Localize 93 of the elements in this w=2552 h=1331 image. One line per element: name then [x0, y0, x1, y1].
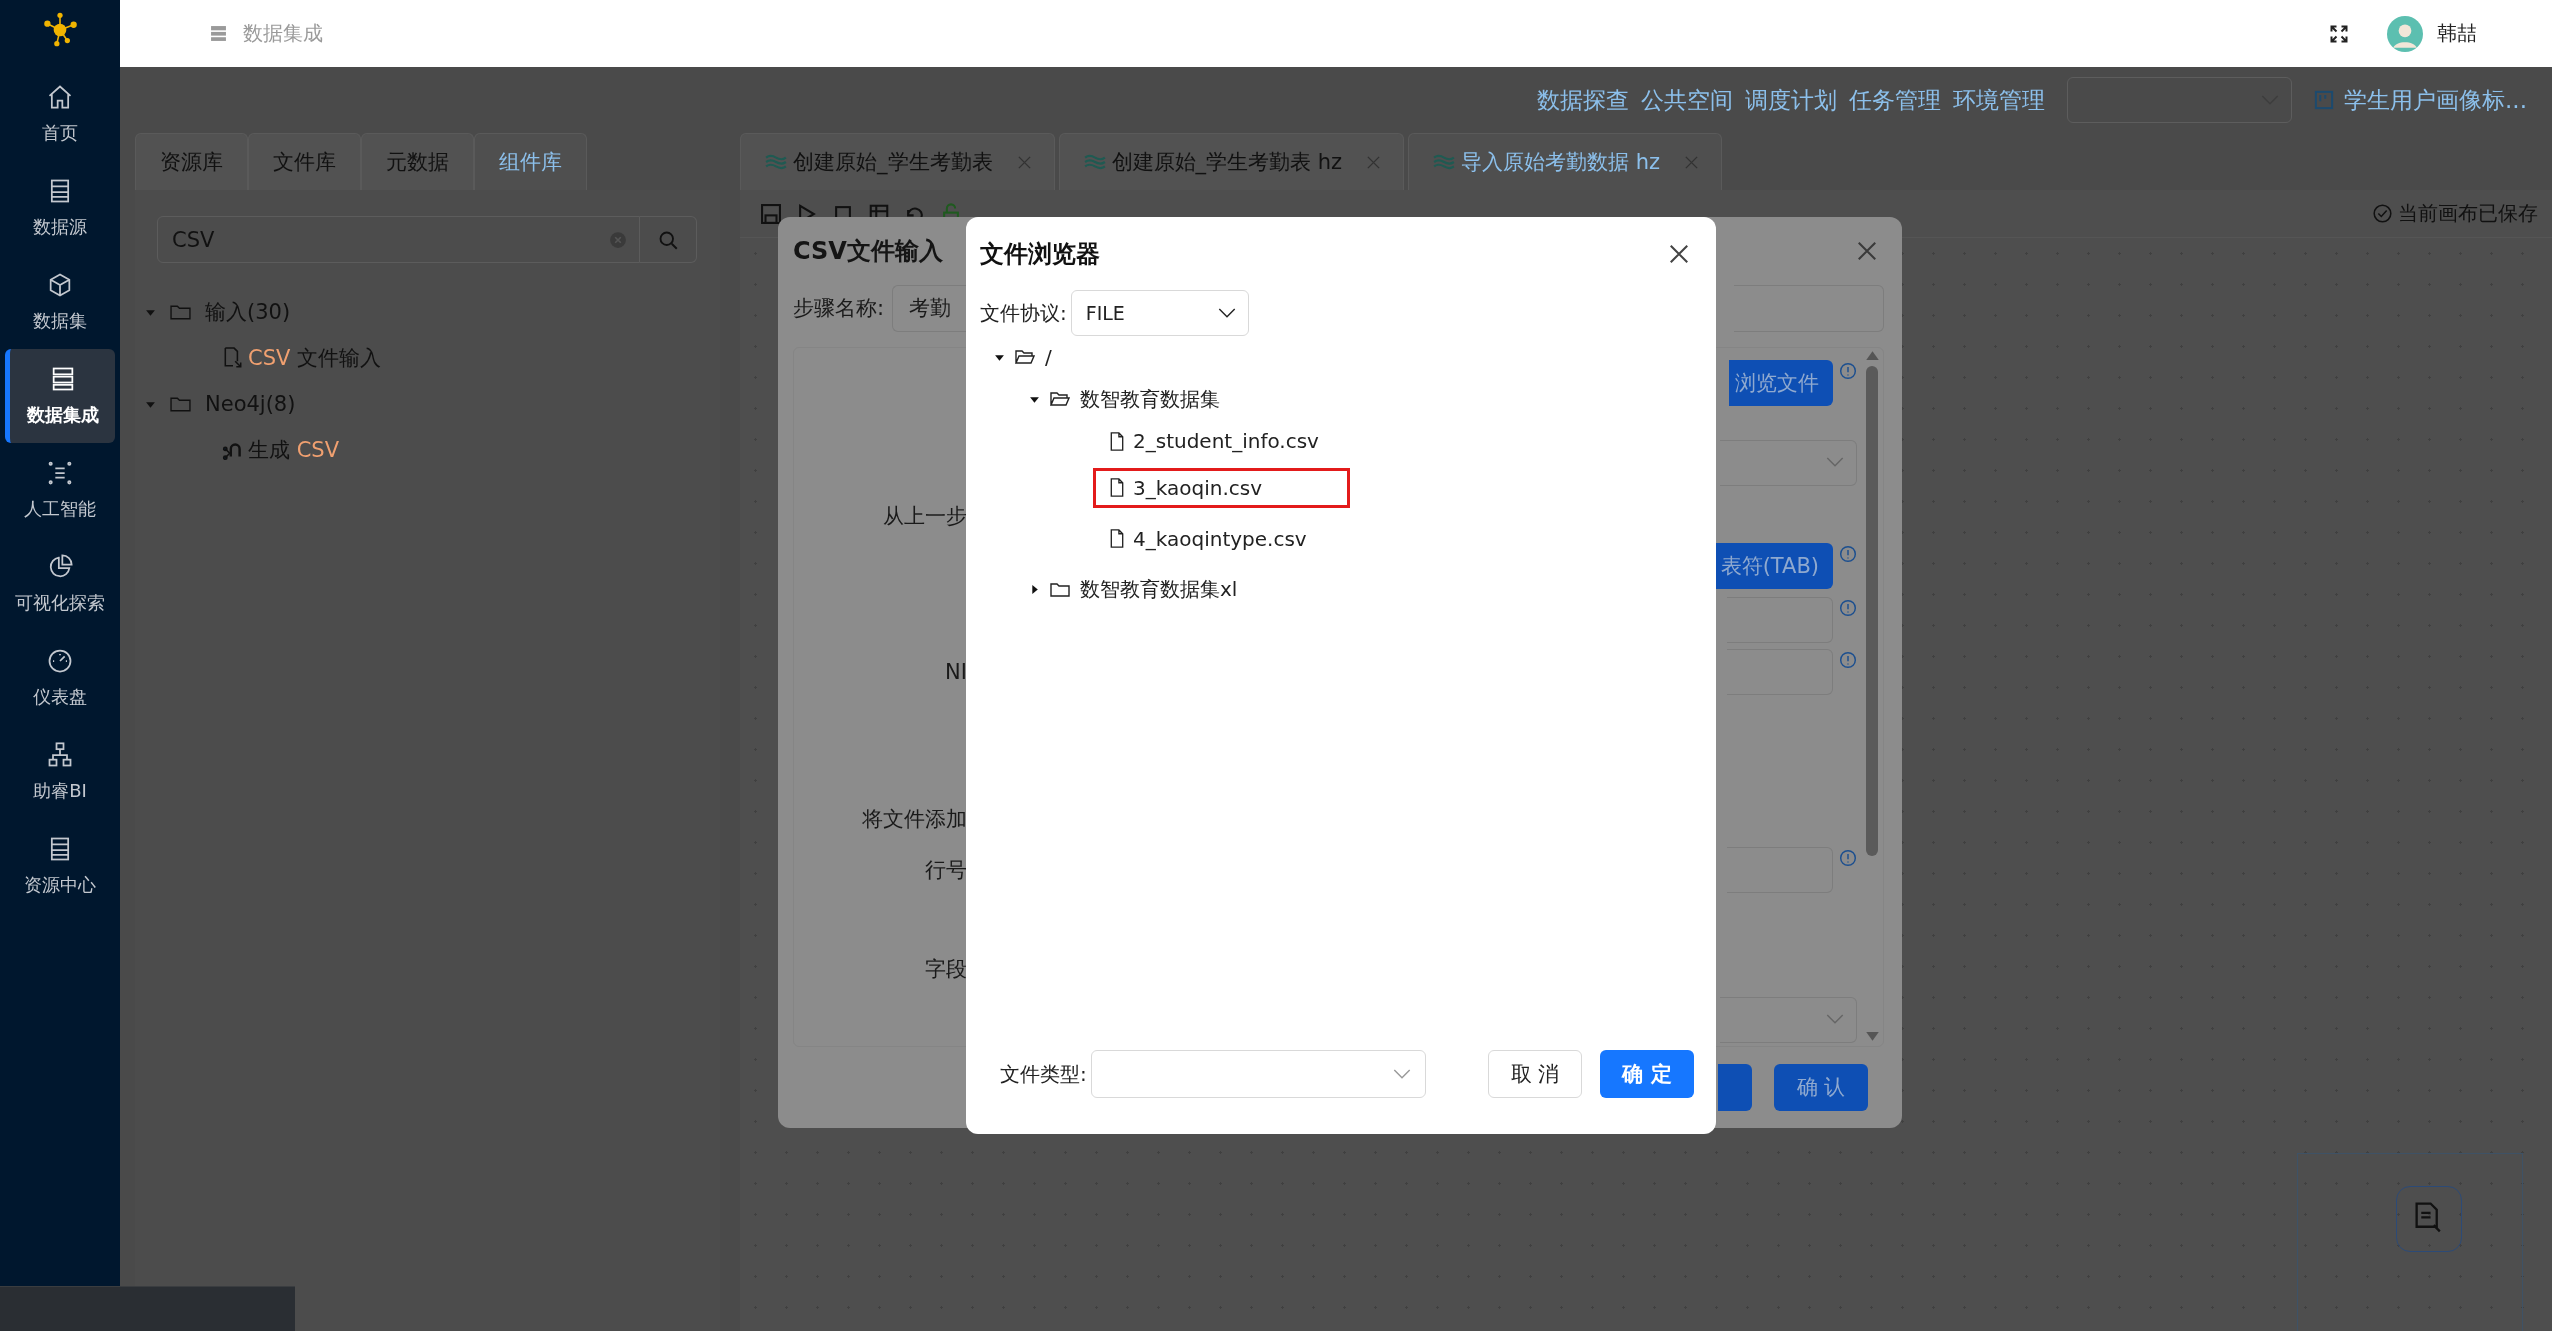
field-label: 从上一步	[883, 503, 967, 528]
sidebar-item[interactable]: 数据源	[5, 161, 115, 255]
select-field[interactable]	[1720, 439, 1857, 486]
action-button[interactable]: 表符(TAB)	[1714, 542, 1833, 589]
field-label: 将文件添加	[862, 806, 967, 831]
ok-button[interactable]: 确 定	[1600, 1050, 1694, 1098]
folder-name[interactable]: 数智教育数据集	[1080, 385, 1220, 413]
preview-button[interactable]	[1718, 1063, 1752, 1111]
fullscreen-icon[interactable]	[2329, 23, 2349, 44]
info-icon	[1839, 544, 1857, 563]
select-field[interactable]	[1720, 996, 1857, 1043]
sidebar-item[interactable]: 数据集成	[5, 349, 115, 443]
nav-link[interactable]: 公共空间	[1641, 84, 1734, 116]
sidebar-item[interactable]: 首页	[5, 67, 115, 161]
check-circle-icon	[2373, 204, 2392, 223]
field-label: 行号	[925, 857, 967, 882]
sidebar-item[interactable]: 人工智能	[5, 443, 115, 537]
editor-tab[interactable]: 导入原始考勤数据 hz	[1408, 133, 1723, 190]
sidebar-item[interactable]: 助睿BI	[5, 725, 115, 819]
nav-link[interactable]: 数据探查	[1537, 84, 1630, 116]
panel-tab[interactable]: 资源库	[135, 133, 248, 190]
nav-link[interactable]: 调度计划	[1745, 84, 1838, 116]
nav-link[interactable]: 任务管理	[1849, 84, 1942, 116]
folder-icon	[1050, 580, 1070, 599]
chevron-down-icon	[1392, 1068, 1411, 1080]
file-icon	[1109, 529, 1125, 548]
sidebar-item[interactable]: 资源中心	[5, 819, 115, 913]
gauge-icon	[46, 647, 74, 675]
confirm-button[interactable]: 确 认	[1774, 1063, 1868, 1111]
folder-icon	[170, 395, 191, 413]
field-label: 字段	[925, 956, 967, 981]
scan-icon	[46, 459, 74, 487]
field-label: 文件类型:	[1000, 1060, 1087, 1088]
chevron-down-icon	[1217, 307, 1236, 319]
user-name[interactable]: 韩喆	[2437, 20, 2477, 47]
folder-name[interactable]: /	[1045, 345, 1052, 369]
project-link[interactable]: 学生用户画像标...	[2314, 84, 2527, 116]
component-item[interactable]: 生成 CSV	[248, 436, 340, 464]
sidebar-item[interactable]: 可视化探索	[5, 537, 115, 631]
scrollbar[interactable]	[1865, 349, 1879, 1042]
field-label: 文件协议:	[980, 299, 1067, 327]
protocol-select[interactable]: FILE	[1070, 290, 1249, 336]
dialog-title: 文件浏览器	[980, 238, 1100, 270]
wave-icon	[765, 154, 787, 170]
wave-icon	[1083, 154, 1106, 170]
home-icon	[46, 83, 74, 111]
clear-icon[interactable]	[609, 230, 627, 249]
info-icon	[1839, 848, 1857, 867]
file-type-select[interactable]	[1090, 1050, 1426, 1098]
folder-name[interactable]: 数智教育数据集xl	[1080, 576, 1238, 603]
wave-icon	[1433, 154, 1455, 170]
board-icon	[2314, 90, 2335, 110]
sidebar-item[interactable]: 仪表盘	[5, 631, 115, 725]
editor-tab[interactable]: 创建原始_学生考勤表	[740, 133, 1055, 190]
info-icon	[1839, 361, 1857, 380]
folder-icon	[170, 303, 191, 321]
cancel-button[interactable]: 取 消	[1488, 1050, 1582, 1098]
file-item[interactable]: 4_kaoqintype.csv	[1093, 518, 1350, 559]
nav-link[interactable]: 环境管理	[1953, 84, 2046, 116]
file-icon	[1109, 431, 1125, 451]
action-button[interactable]: 浏览文件	[1729, 359, 1833, 406]
save-status: 当前画布已保存	[2373, 200, 2538, 227]
save-icon[interactable]	[760, 202, 782, 225]
search-button[interactable]	[640, 216, 697, 263]
page-title: 数据集成	[243, 20, 323, 47]
editor-tab[interactable]: 创建原始_学生考勤表 hz	[1058, 133, 1404, 190]
hierarchy-icon	[46, 741, 74, 769]
sidebar-item[interactable]: 数据集	[5, 255, 115, 349]
file-item[interactable]: 3_kaoqin.csv	[1093, 467, 1350, 508]
open-folder-icon	[1015, 348, 1035, 366]
panel-tab[interactable]: 文件库	[248, 133, 361, 190]
file-icon	[1109, 478, 1125, 497]
info-icon	[1839, 650, 1857, 669]
component-item[interactable]: CSV 文件输入	[248, 344, 382, 372]
scroll-down-icon[interactable]	[1865, 1031, 1879, 1042]
avatar-icon[interactable]	[2387, 15, 2423, 52]
file-item[interactable]: 2_student_info.csv	[1093, 421, 1350, 461]
panel-tab[interactable]: 元数据	[361, 133, 474, 190]
dialog-title: CSV文件输入	[793, 235, 943, 267]
project-select[interactable]	[2067, 77, 2293, 123]
file-import-icon	[222, 347, 244, 369]
open-folder-icon	[1050, 390, 1070, 408]
list-icon	[210, 25, 227, 42]
scroll-up-icon[interactable]	[1865, 349, 1879, 360]
caret-right-icon[interactable]	[1029, 584, 1040, 595]
info-icon	[1839, 598, 1857, 617]
close-icon[interactable]	[1668, 242, 1690, 265]
search-icon	[658, 229, 678, 250]
panel-tab[interactable]: 组件库	[474, 133, 587, 190]
field-label: 步骤名称:	[793, 295, 885, 323]
chevron-down-icon	[1826, 1014, 1844, 1026]
field-label: NI	[945, 659, 967, 684]
chevron-down-icon	[1826, 457, 1844, 469]
